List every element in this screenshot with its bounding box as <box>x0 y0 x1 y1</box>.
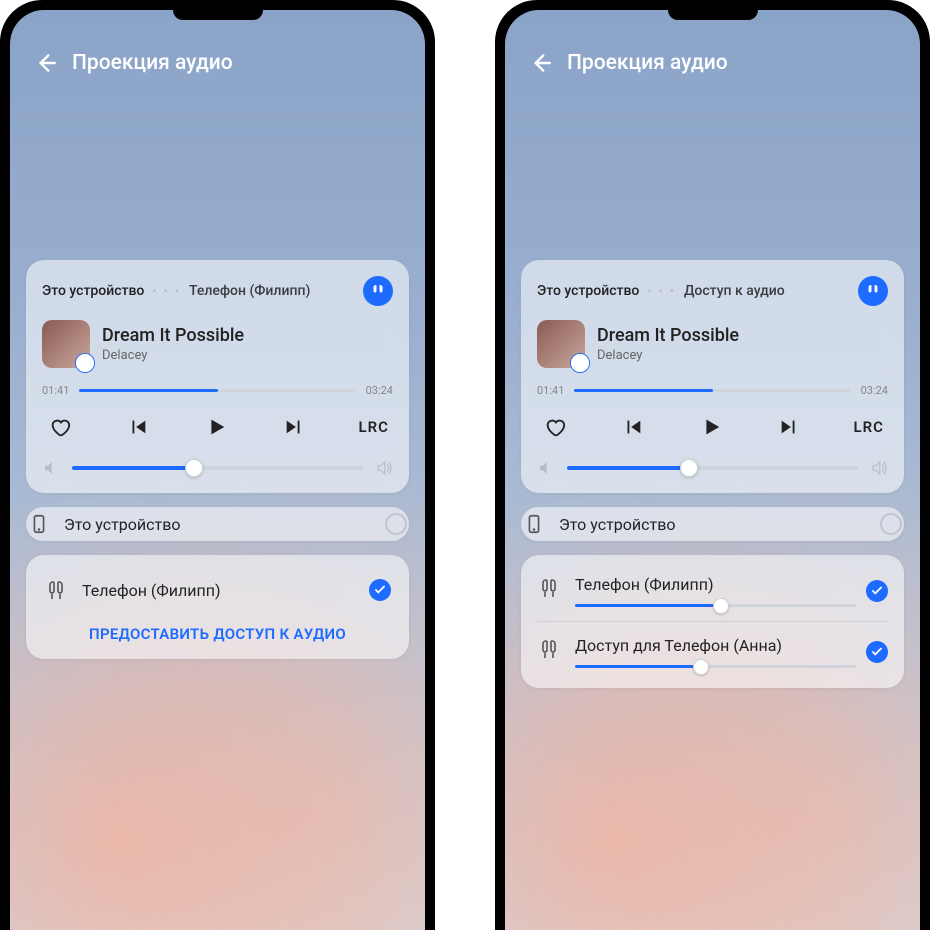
tab-separator-icon: • • • <box>152 284 181 298</box>
phone-icon <box>523 513 545 535</box>
radio-checked-icon[interactable] <box>866 641 888 663</box>
device-philipp-label: Телефон (Филипп) <box>82 581 221 600</box>
spacer <box>26 100 409 260</box>
volume-high-icon <box>375 459 393 477</box>
progress-row: 01:41 03:24 <box>537 384 888 397</box>
shared-anna-label: Доступ для Телефон (Анна) <box>575 636 856 655</box>
app-badge-icon <box>79 357 91 369</box>
controls: LRC <box>537 413 888 441</box>
device-this-row[interactable]: Это устройство <box>26 507 409 541</box>
volume-fill <box>567 466 689 470</box>
back-icon[interactable] <box>32 50 58 76</box>
play-icon[interactable] <box>202 413 230 441</box>
shared-anna-volume[interactable] <box>575 665 856 668</box>
shared-philipp-label: Телефон (Филипп) <box>575 575 856 594</box>
volume-low-icon <box>42 459 60 477</box>
progress-row: 01:41 03:24 <box>42 384 393 397</box>
device-selected-card: Телефон (Филипп) ПРЕДОСТАВИТЬ ДОСТУП К А… <box>26 555 409 659</box>
shared-philipp-volume[interactable] <box>575 604 856 607</box>
header: Проекция аудио <box>521 40 904 100</box>
volume-slider[interactable] <box>567 466 858 470</box>
earbuds-icon <box>537 577 561 601</box>
prev-icon[interactable] <box>124 413 152 441</box>
track-title: Dream It Possible <box>102 325 244 346</box>
volume-thumb[interactable] <box>680 459 698 477</box>
player-tabs: Это устройство • • • Доступ к аудио <box>537 276 888 306</box>
earbuds-icon <box>537 638 561 662</box>
controls: LRC <box>42 413 393 441</box>
progress-bar[interactable] <box>574 389 850 392</box>
shared-devices-card: Телефон (Филипп) <box>521 555 904 688</box>
volume-slider[interactable] <box>72 466 363 470</box>
tab-audio-access[interactable]: Доступ к аудио <box>684 283 785 299</box>
progress-fill <box>79 389 217 392</box>
player-tabs: Это устройство • • • Телефон (Филипп) <box>42 276 393 306</box>
lyrics-button[interactable]: LRC <box>854 418 884 436</box>
radio-unchecked-icon[interactable] <box>880 513 902 535</box>
prev-icon[interactable] <box>619 413 647 441</box>
progress-bar[interactable] <box>79 389 355 392</box>
share-audio-button[interactable]: ПРЕДОСТАВИТЬ ДОСТУП К АУДИО <box>42 625 393 643</box>
track-row: Dream It Possible Delacey <box>537 320 888 368</box>
like-icon[interactable] <box>46 413 74 441</box>
track-row: Dream It Possible Delacey <box>42 320 393 368</box>
header: Проекция аудио <box>26 40 409 100</box>
page-title: Проекция аудио <box>72 51 233 75</box>
shared-philipp: Телефон (Филипп) <box>537 571 888 611</box>
player-card: Это устройство • • • Доступ к аудио Drea… <box>521 260 904 493</box>
spacer <box>521 100 904 260</box>
track-artist: Delacey <box>597 348 739 363</box>
player-card: Это устройство • • • Телефон (Филипп) Dr… <box>26 260 409 493</box>
notch <box>668 10 758 20</box>
phone-frame-left: Проекция аудио Это устройство • • • Теле… <box>0 0 435 930</box>
track-title: Dream It Possible <box>597 325 739 346</box>
radio-checked-icon[interactable] <box>369 579 391 601</box>
phone-frame-right: Проекция аудио Это устройство • • • Дост… <box>495 0 930 930</box>
radio-unchecked-icon[interactable] <box>385 513 407 535</box>
notch <box>173 10 263 20</box>
album-art[interactable] <box>42 320 90 368</box>
tab-second-device[interactable]: Телефон (Филипп) <box>189 283 310 299</box>
progress-fill <box>574 389 712 392</box>
device-this-label: Это устройство <box>64 515 180 534</box>
tab-this-device[interactable]: Это устройство <box>42 283 144 299</box>
time-current: 01:41 <box>42 384 69 397</box>
volume-thumb[interactable] <box>185 459 203 477</box>
phone-icon <box>28 513 50 535</box>
screen-left: Проекция аудио Это устройство • • • Теле… <box>10 10 425 930</box>
app-badge-icon <box>574 357 586 369</box>
page-title: Проекция аудио <box>567 51 728 75</box>
tab-this-device[interactable]: Это устройство <box>537 283 639 299</box>
device-philipp-row[interactable]: Телефон (Филипп) <box>42 571 393 609</box>
next-icon[interactable] <box>280 413 308 441</box>
earbuds-icon <box>44 579 68 603</box>
time-current: 01:41 <box>537 384 564 397</box>
back-icon[interactable] <box>527 50 553 76</box>
earbuds-share-icon[interactable] <box>858 276 888 306</box>
screen-right: Проекция аудио Это устройство • • • Дост… <box>505 10 920 930</box>
time-total: 03:24 <box>861 384 888 397</box>
next-icon[interactable] <box>775 413 803 441</box>
volume-row <box>537 459 888 477</box>
track-artist: Delacey <box>102 348 244 363</box>
volume-high-icon <box>870 459 888 477</box>
time-total: 03:24 <box>366 384 393 397</box>
lyrics-button[interactable]: LRC <box>359 418 389 436</box>
device-this-row[interactable]: Это устройство <box>521 507 904 541</box>
shared-anna: Доступ для Телефон (Анна) <box>537 621 888 672</box>
earbuds-share-icon[interactable] <box>363 276 393 306</box>
volume-fill <box>72 466 194 470</box>
volume-row <box>42 459 393 477</box>
play-icon[interactable] <box>697 413 725 441</box>
tab-separator-icon: • • • <box>647 284 676 298</box>
device-this-label: Это устройство <box>559 515 675 534</box>
volume-low-icon <box>537 459 555 477</box>
radio-checked-icon[interactable] <box>866 580 888 602</box>
like-icon[interactable] <box>541 413 569 441</box>
album-art[interactable] <box>537 320 585 368</box>
